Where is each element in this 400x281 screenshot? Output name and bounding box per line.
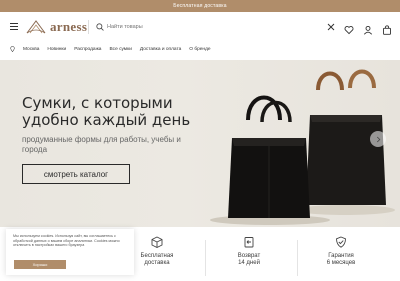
menu-icon[interactable]: [10, 23, 18, 30]
nav-city[interactable]: Москва: [23, 47, 39, 52]
nav-item-about[interactable]: О бренде: [189, 47, 210, 52]
catalog-button[interactable]: смотреть каталог: [22, 164, 130, 184]
feature-warranty-line1: Гарантия: [328, 253, 354, 259]
hero-banner: Сумки, с которыми удобно каждый день про…: [0, 60, 400, 227]
search-bar[interactable]: [96, 21, 326, 33]
cookie-banner: Мы используем cookies. Используя сайт, в…: [6, 229, 134, 275]
search-input[interactable]: [107, 24, 307, 30]
location-pin-icon: [10, 46, 15, 52]
cookie-accept-button[interactable]: Хорошо: [14, 260, 66, 269]
nav-item-sale[interactable]: Распродажа: [74, 47, 101, 52]
box-icon: [151, 236, 163, 248]
user-icon[interactable]: [363, 22, 373, 35]
promo-text: Бесплатная доставка: [173, 3, 227, 9]
shield-check-icon: [336, 236, 346, 248]
header-divider: [88, 20, 89, 34]
nav-item-delivery[interactable]: Доставка и оплата: [140, 47, 181, 52]
slider-next-button[interactable]: [370, 131, 386, 147]
search-icon: [96, 23, 104, 31]
cookie-text: Мы используем cookies. Используя сайт, в…: [13, 234, 120, 248]
nav-item-new[interactable]: Новинки: [47, 47, 66, 52]
heart-icon[interactable]: [344, 22, 354, 35]
feature-return: Возврат 14 дней: [204, 236, 294, 267]
hero-subtitle: продуманные формы для работы, учебы и го…: [22, 135, 181, 154]
site-header: arness: [0, 12, 400, 42]
promo-topbar: Бесплатная доставка: [0, 0, 400, 12]
chevron-right-icon: [376, 136, 380, 142]
logo-mark-icon: [26, 20, 46, 34]
feature-return-line2: 14 дней: [238, 260, 260, 266]
hero-title: Сумки, с которыми удобно каждый день: [22, 94, 191, 129]
return-icon: [244, 237, 254, 248]
feature-warranty: Гарантия 6 месяцев: [296, 236, 386, 267]
header-icons: [344, 22, 392, 35]
bag-icon[interactable]: [382, 22, 392, 35]
logo-text: arness: [50, 19, 88, 34]
feature-warranty-line2: 6 месяцев: [326, 260, 356, 266]
logo[interactable]: arness: [26, 18, 87, 36]
nav-item-all-bags[interactable]: Все сумки: [109, 47, 131, 52]
feature-return-line1: Возврат: [237, 253, 261, 259]
main-nav: Москва Новинки Распродажа Все сумки Дост…: [0, 42, 400, 56]
close-icon[interactable]: [327, 23, 335, 31]
